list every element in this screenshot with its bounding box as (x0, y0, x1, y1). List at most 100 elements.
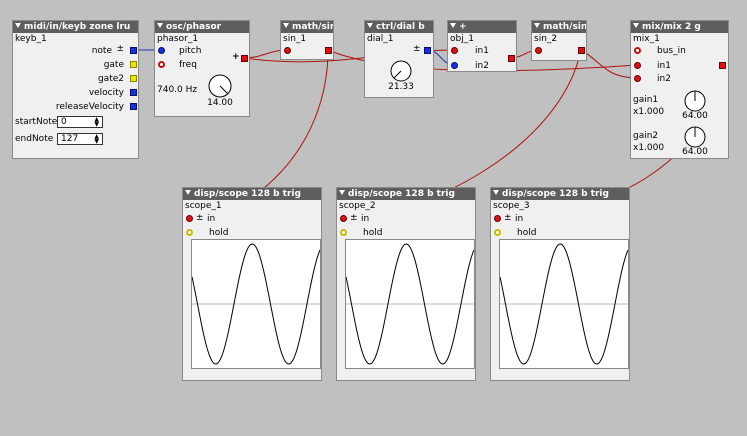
inlet-label-in: in (515, 214, 524, 224)
inlet-in2[interactable] (634, 75, 641, 82)
object-header[interactable]: midi/in/keyb zone lru (13, 21, 138, 33)
scope-display (191, 239, 321, 369)
inlet-label-in2: in2 (475, 61, 489, 71)
collapse-triangle-icon[interactable] (339, 190, 345, 195)
start-note-spinner[interactable]: 0 ▲ ▼ (57, 116, 103, 128)
inlet-label-pitch: pitch (179, 46, 202, 56)
object-header[interactable]: disp/scope 128 b trig (183, 188, 321, 200)
inlet-hold[interactable] (186, 229, 193, 236)
outlet-dial[interactable] (424, 47, 431, 54)
outlet-phasor[interactable] (241, 55, 248, 62)
wire-sin2-to-mix-in2 (580, 49, 638, 79)
dial-knob[interactable] (389, 59, 413, 83)
pm-indicator: ± (196, 213, 204, 223)
object-header[interactable]: mix/mix 2 g (631, 21, 728, 33)
object-header[interactable]: math/sin (532, 21, 586, 33)
object-scope3[interactable]: disp/scope 128 b trig scope_3 ± in hold (490, 187, 630, 381)
inlet-hold[interactable] (340, 229, 347, 236)
scope-display (345, 239, 475, 369)
outlet-velocity[interactable] (130, 89, 137, 96)
outlet-label-velocity: velocity (88, 88, 124, 98)
instance-name: scope_1 (185, 201, 222, 211)
object-scope2[interactable]: disp/scope 128 b trig scope_2 ± in hold (336, 187, 476, 381)
collapse-triangle-icon[interactable] (157, 23, 163, 28)
object-dial[interactable]: ctrl/dial b dial_1 ± 21.33 (364, 20, 434, 98)
object-header[interactable]: disp/scope 128 b trig (491, 188, 629, 200)
inlet-pitch[interactable] (158, 47, 165, 54)
inlet-label-in1: in1 (657, 61, 671, 71)
collapse-triangle-icon[interactable] (283, 23, 289, 28)
outlet-label-note: note (91, 46, 112, 56)
end-note-label: endNote (15, 134, 54, 144)
scope-waveform (499, 243, 629, 365)
inlet-in1[interactable] (634, 62, 641, 69)
pm-indicator: ± (350, 213, 358, 223)
outlet-sin[interactable] (325, 47, 332, 54)
outlet-gate[interactable] (130, 61, 137, 68)
end-note-spinner[interactable]: 127 ▲ ▼ (57, 133, 103, 145)
outlet-label-gate2: gate2 (97, 74, 124, 84)
inlet-bus-in[interactable] (634, 47, 641, 54)
scope-waveform (345, 243, 475, 365)
inlet-label-freq: freq (179, 60, 197, 70)
scope-display (499, 239, 629, 369)
pitch-dial-knob[interactable] (207, 73, 233, 99)
plus-indicator: + (232, 52, 240, 62)
dial-value: 21.33 (388, 82, 414, 92)
inlet-in[interactable] (494, 215, 501, 222)
gain2-dial-knob[interactable] (683, 125, 707, 149)
outlet-sin[interactable] (578, 47, 585, 54)
spinner-arrows-icon[interactable]: ▲ ▼ (94, 134, 99, 145)
gain2-value: 64.00 (682, 147, 708, 157)
instance-name: keyb_1 (15, 34, 47, 44)
collapse-triangle-icon[interactable] (534, 23, 540, 28)
outlet-sum[interactable] (508, 55, 515, 62)
freq-readout: 740.0 Hz (157, 85, 198, 95)
spinner-arrows-icon[interactable]: ▲ ▼ (94, 117, 99, 128)
inlet-in[interactable] (340, 215, 347, 222)
collapse-triangle-icon[interactable] (15, 23, 21, 28)
dial-value: 14.00 (207, 98, 233, 108)
object-sin1[interactable]: math/sin sin_1 (280, 20, 334, 60)
instance-name: scope_2 (339, 201, 376, 211)
outlet-mix[interactable] (719, 62, 726, 69)
inlet-phase[interactable] (284, 47, 291, 54)
collapse-triangle-icon[interactable] (367, 23, 373, 28)
scope-waveform (191, 243, 321, 365)
object-plus[interactable]: + obj_1 in1 in2 (447, 20, 517, 72)
inlet-label-bus-in: bus_in (657, 46, 686, 56)
inlet-phase[interactable] (535, 47, 542, 54)
inlet-in1[interactable] (451, 47, 458, 54)
collapse-triangle-icon[interactable] (493, 190, 499, 195)
outlet-release-velocity[interactable] (130, 103, 137, 110)
inlet-hold[interactable] (494, 229, 501, 236)
gain1-label: gain1 (633, 95, 659, 105)
inlet-in[interactable] (186, 215, 193, 222)
gain1-multiplier: x1.000 (633, 107, 665, 117)
inlet-in2[interactable] (451, 62, 458, 69)
object-header[interactable]: math/sin (281, 21, 333, 33)
object-scope1[interactable]: disp/scope 128 b trig scope_1 ± in hold (182, 187, 322, 381)
inlet-label-hold: hold (517, 228, 537, 238)
object-header[interactable]: ctrl/dial b (365, 21, 433, 33)
object-mix[interactable]: mix/mix 2 g mix_1 bus_in in1 in2 gain1 x… (630, 20, 729, 159)
collapse-triangle-icon[interactable] (185, 190, 191, 195)
outlet-note[interactable] (130, 47, 137, 54)
collapse-triangle-icon[interactable] (633, 23, 639, 28)
object-keyb[interactable]: midi/in/keyb zone lru keyb_1 note ± gate… (12, 20, 139, 159)
gain2-label: gain2 (633, 131, 659, 141)
inlet-freq[interactable] (158, 61, 165, 68)
object-phasor[interactable]: osc/phasor phasor_1 pitch freq + 740.0 H… (154, 20, 250, 117)
outlet-gate2[interactable] (130, 75, 137, 82)
inlet-label-hold: hold (209, 228, 229, 238)
inlet-label-hold: hold (363, 228, 383, 238)
instance-name: obj_1 (450, 34, 474, 44)
outlet-label-release-velocity: releaseVelocity (55, 102, 124, 112)
collapse-triangle-icon[interactable] (450, 23, 456, 28)
object-header[interactable]: + (448, 21, 516, 33)
object-header[interactable]: disp/scope 128 b trig (337, 188, 475, 200)
object-header[interactable]: osc/phasor (155, 21, 249, 33)
instance-name: sin_1 (283, 34, 307, 44)
gain1-dial-knob[interactable] (683, 89, 707, 113)
object-sin2[interactable]: math/sin sin_2 (531, 20, 587, 61)
